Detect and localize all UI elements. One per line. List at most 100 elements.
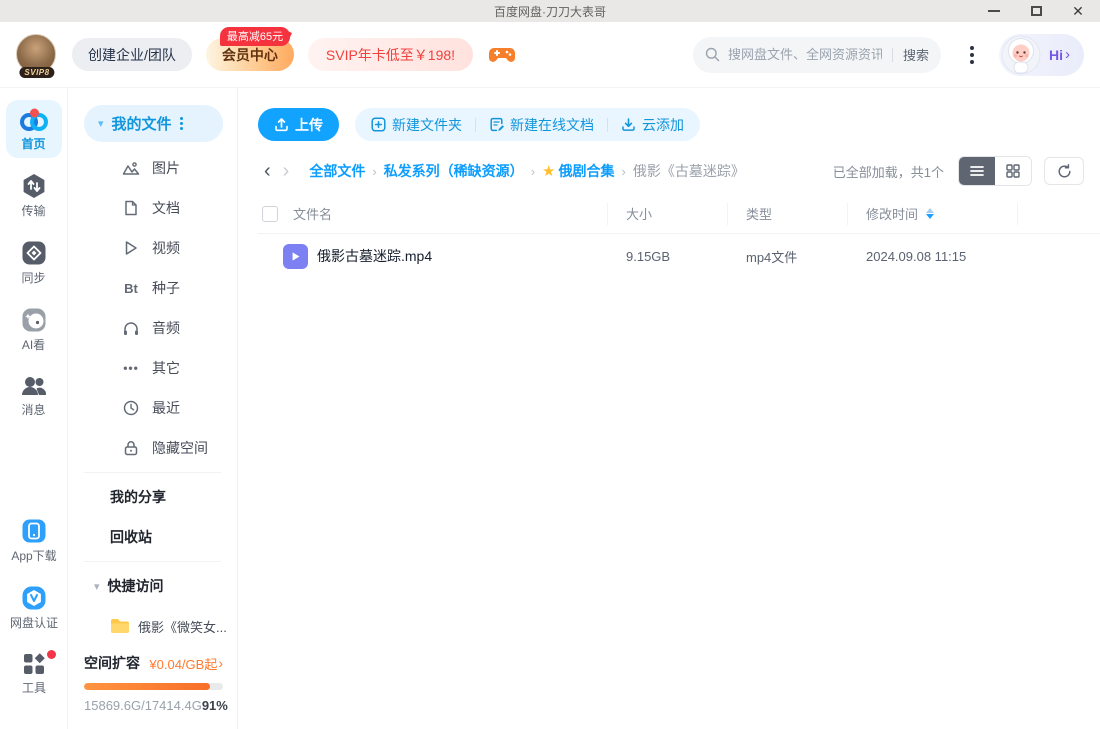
ai-view-icon (22, 308, 45, 332)
new-doc-icon (490, 117, 504, 132)
breadcrumb: 全部文件 › 私发系列（稀缺资源） › ★ 俄剧合集 › 俄影《古墓迷踪》 (309, 161, 744, 181)
rail-item-tools[interactable]: 工具 (6, 646, 62, 702)
breadcrumb-item[interactable]: 俄剧合集 (558, 161, 614, 181)
sidebar-item-quick-access[interactable]: ▾ 快捷访问 (68, 566, 237, 606)
sidebar-item-pictures[interactable]: 图片 (68, 148, 237, 188)
minimize-button[interactable] (986, 3, 1002, 19)
member-center-wrap: 会员中心 最高减65元 (205, 27, 294, 71)
sidebar: ▾ 我的文件 图片 文档 视频 Bt 种子 音频 ••• 其它 最近 隐藏空间 … (68, 88, 238, 729)
divider (607, 117, 608, 132)
search-box[interactable]: 搜索 (693, 36, 941, 73)
grid-view-button[interactable] (995, 157, 1031, 185)
column-header-actions (1018, 203, 1100, 225)
rail-item-sync[interactable]: 同步 (6, 234, 62, 292)
category-label: 音频 (152, 320, 180, 336)
sidebar-item-recent[interactable]: 最近 (68, 388, 237, 428)
file-name[interactable]: 俄影古墓迷踪.mp4 (317, 246, 432, 266)
upload-button[interactable]: 上传 (258, 108, 339, 141)
rail-item-home[interactable]: 首页 (5, 100, 62, 158)
breadcrumb-row: ‹ › 全部文件 › 私发系列（稀缺资源） › ★ 俄剧合集 › 俄影《古墓迷踪… (258, 156, 1100, 186)
folder-icon (111, 619, 129, 633)
more-dots-icon[interactable] (179, 117, 183, 130)
gamepad-icon[interactable] (489, 45, 516, 65)
list-view-button[interactable] (959, 157, 995, 185)
breadcrumb-separator: › (372, 163, 377, 179)
action-group: 新建文件夹 新建在线文档 云添加 (355, 108, 700, 141)
videos-icon (120, 240, 142, 256)
table-row[interactable]: 俄影古墓迷踪.mp4 9.15GB mp4文件 2024.09.08 11:15 (258, 234, 1100, 278)
rail-label: 工具 (21, 681, 46, 695)
notification-dot (47, 650, 56, 659)
category-label: 种子 (152, 280, 180, 296)
breadcrumb-item[interactable]: 私发系列（稀缺资源） (384, 161, 524, 181)
sidebar-item-my-shares[interactable]: 我的分享 (68, 477, 237, 517)
storage-expand-label: 空间扩容 (84, 655, 140, 671)
select-all-checkbox[interactable] (262, 205, 278, 222)
back-icon[interactable]: ‹ (258, 161, 277, 181)
user-vip-avatar[interactable]: SVIP8 (16, 33, 58, 78)
create-team-button[interactable]: 创建企业/团队 (72, 38, 192, 71)
new-online-doc-button[interactable]: 新建在线文档 (489, 115, 594, 135)
rail-label: 消息 (21, 403, 46, 417)
column-header-type[interactable]: 类型 (728, 202, 848, 225)
rail-label: 同步 (21, 271, 46, 285)
rail-item-ai-view[interactable]: AI看 (6, 301, 62, 359)
file-type: mp4文件 (746, 249, 798, 265)
chevron-right-icon: › (218, 655, 223, 671)
storage-panel: 空间扩容 ¥0.04/GB起 › 15869.6G/17414.4G91% (84, 653, 228, 713)
rail-label: 传输 (21, 204, 46, 218)
search-input[interactable] (728, 47, 882, 62)
toolbar: 上传 新建文件夹 新建在线文档 云添加 (258, 108, 1100, 141)
window-controls: ✕ (986, 0, 1092, 22)
upload-icon (275, 118, 288, 132)
load-status-text: 已全部加载，共1个 (832, 164, 944, 180)
bt-icon: Bt (124, 280, 138, 296)
rail-item-messages[interactable]: 消息 (6, 368, 62, 424)
maximize-button[interactable] (1028, 3, 1044, 19)
divider (475, 117, 476, 132)
sidebar-item-quick-folder[interactable]: 俄影《微笑女... (68, 606, 237, 646)
documents-icon (120, 200, 142, 216)
refresh-button[interactable] (1044, 157, 1084, 185)
sidebar-item-videos[interactable]: 视频 (68, 228, 237, 268)
sidebar-item-other[interactable]: ••• 其它 (68, 348, 237, 388)
file-table: 文件名 大小 类型 修改时间 俄影古墓迷踪.mp4 9.15GB mp4文件 2… (258, 194, 1100, 278)
storage-price-link[interactable]: ¥0.04/GB起 (149, 654, 217, 673)
search-button[interactable]: 搜索 (903, 45, 929, 64)
column-header-size[interactable]: 大小 (608, 202, 728, 225)
account-pill[interactable]: Hi › (999, 33, 1084, 76)
cloud-add-button[interactable]: 云添加 (621, 115, 684, 135)
svip-badge: SVIP8 (19, 66, 55, 78)
sidebar-item-my-files[interactable]: ▾ 我的文件 (84, 105, 223, 142)
sidebar-item-hidden-space[interactable]: 隐藏空间 (68, 428, 237, 468)
close-button[interactable]: ✕ (1070, 3, 1086, 19)
rail-item-transfer[interactable]: 传输 (6, 167, 62, 225)
sidebar-item-torrents[interactable]: Bt 种子 (68, 268, 237, 308)
svip-promo-button[interactable]: SVIP年卡低至￥198! (307, 38, 474, 71)
column-header-name[interactable]: 文件名 (258, 202, 608, 225)
new-folder-button[interactable]: 新建文件夹 (371, 115, 462, 135)
quick-folder-label: 俄影《微笑女... (138, 619, 227, 635)
rail-item-app-download[interactable]: App下载 (6, 512, 62, 570)
divider (84, 561, 221, 562)
sidebar-item-documents[interactable]: 文档 (68, 188, 237, 228)
breadcrumb-separator: › (621, 163, 626, 179)
rail-item-certification[interactable]: 网盘认证 (6, 579, 62, 637)
sidebar-item-audio[interactable]: 音频 (68, 308, 237, 348)
column-header-modified[interactable]: 修改时间 (848, 202, 1018, 225)
more-menu-icon[interactable] (955, 38, 989, 72)
breadcrumb-item[interactable]: 全部文件 (309, 161, 365, 181)
divider (84, 472, 221, 473)
video-file-icon (283, 243, 308, 269)
tools-icon (24, 653, 45, 674)
home-icon (19, 108, 48, 131)
rail-label: 首页 (21, 137, 46, 151)
category-label: 视频 (152, 240, 180, 256)
messages-icon (21, 377, 46, 395)
lock-icon (120, 440, 142, 456)
sidebar-item-recycle-bin[interactable]: 回收站 (68, 517, 237, 557)
caret-down-icon: ▾ (94, 580, 100, 593)
sort-icons[interactable] (926, 208, 935, 219)
forward-icon[interactable]: › (277, 161, 296, 181)
minimize-icon (988, 10, 1000, 12)
